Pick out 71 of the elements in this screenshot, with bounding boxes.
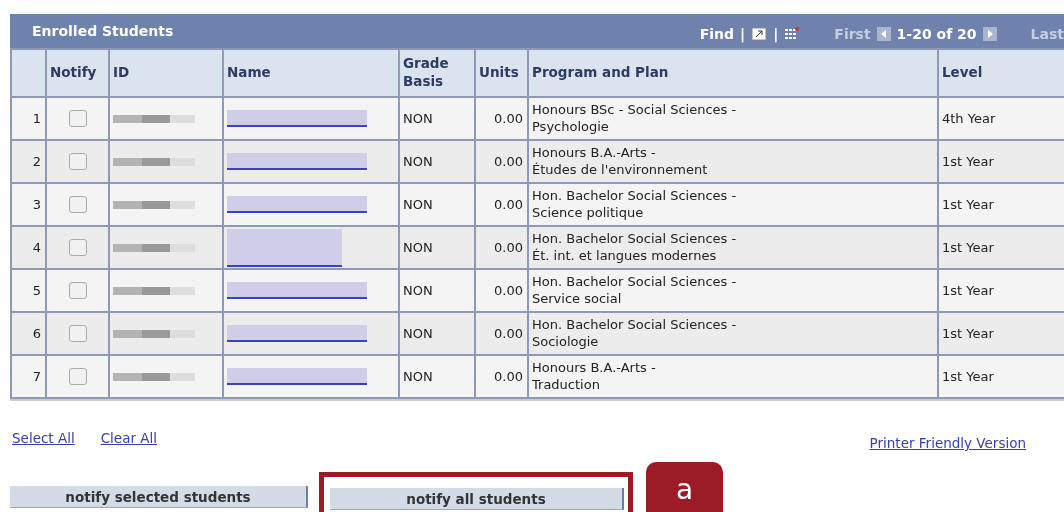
redacted-name-link[interactable] bbox=[227, 368, 367, 385]
clear-all-link[interactable]: Clear All bbox=[100, 430, 158, 446]
row-number: 7 bbox=[11, 355, 46, 398]
notify-checkbox[interactable] bbox=[68, 239, 87, 256]
notify-button[interactable]: notify all students bbox=[330, 488, 624, 510]
table-cell: NON bbox=[399, 183, 475, 226]
notify-checkbox[interactable] bbox=[68, 110, 87, 127]
table-cell: NON bbox=[399, 312, 475, 355]
column-header: Name bbox=[223, 49, 399, 97]
table-cell: 1st Year bbox=[938, 183, 1064, 226]
table-cell: NON bbox=[399, 226, 475, 269]
row-number: 2 bbox=[11, 140, 46, 183]
table-cell: Hon. Bachelor Social Sciences - Ét. int. et langues modernes bbox=[528, 226, 938, 269]
row-number: 6 bbox=[11, 312, 46, 355]
zoom-icon[interactable] bbox=[751, 27, 768, 41]
table-cell: Honours BSc - Social Sciences - Psychologie bbox=[528, 97, 938, 140]
next-icon bbox=[982, 27, 997, 41]
table-cell: NON bbox=[399, 269, 475, 312]
table-cell: 0.00 bbox=[475, 97, 528, 140]
redacted-name-link[interactable] bbox=[227, 110, 367, 127]
redacted-name-link[interactable] bbox=[227, 282, 367, 299]
redacted-name-link[interactable] bbox=[227, 228, 342, 267]
column-header: Program and Plan bbox=[528, 49, 938, 97]
row-number: 4 bbox=[11, 226, 46, 269]
column-header: Notify bbox=[46, 49, 109, 97]
redacted-name-link[interactable] bbox=[227, 196, 367, 213]
table-cell: 1st Year bbox=[938, 269, 1064, 312]
separator: | bbox=[773, 26, 779, 42]
page-range: 1-20 of 20 bbox=[896, 26, 977, 42]
table-cell: Hon. Bachelor Social Sciences - Science politique bbox=[528, 183, 938, 226]
grid-title: Enrolled Students bbox=[32, 23, 174, 39]
row-number: 5 bbox=[11, 269, 46, 312]
table-cell: 0.00 bbox=[475, 355, 528, 398]
table-cell: NON bbox=[399, 97, 475, 140]
table-cell: Hon. Bachelor Social Sciences - Sociologie bbox=[528, 312, 938, 355]
table-cell: 1st Year bbox=[938, 140, 1064, 183]
notify-checkbox[interactable] bbox=[68, 153, 87, 170]
notify-checkbox[interactable] bbox=[68, 196, 87, 213]
callout-badge: a bbox=[646, 462, 723, 512]
notify-checkbox[interactable] bbox=[68, 325, 87, 342]
notify-checkbox[interactable] bbox=[68, 282, 87, 299]
table-cell: Honours B.A.-Arts - Études de l'environnement bbox=[528, 140, 938, 183]
table-cell: NON bbox=[399, 355, 475, 398]
row-number: 3 bbox=[11, 183, 46, 226]
table-cell: 0.00 bbox=[475, 312, 528, 355]
find-link[interactable]: Find bbox=[699, 26, 735, 42]
notify-button[interactable]: notify selected students bbox=[10, 486, 308, 508]
column-header: Grade Basis bbox=[399, 49, 475, 97]
table-cell: 0.00 bbox=[475, 269, 528, 312]
table-cell: NON bbox=[399, 140, 475, 183]
separator: | bbox=[740, 26, 746, 42]
table-cell: Hon. Bachelor Social Sciences - Service social bbox=[528, 269, 938, 312]
redacted-name-link[interactable] bbox=[227, 153, 367, 170]
printer-friendly-link[interactable]: Printer Friendly Version bbox=[869, 435, 1026, 451]
column-header: ID bbox=[109, 49, 223, 97]
table-cell: 1st Year bbox=[938, 312, 1064, 355]
select-all-link[interactable]: Select All bbox=[12, 430, 75, 446]
table-cell: 0.00 bbox=[475, 226, 528, 269]
table-cell: Honours B.A.-Arts - Traduction bbox=[528, 355, 938, 398]
column-header: Level bbox=[938, 49, 1064, 97]
table-cell: 0.00 bbox=[475, 140, 528, 183]
table-cell: 4th Year bbox=[938, 97, 1064, 140]
table-cell: 0.00 bbox=[475, 183, 528, 226]
table-cell: 1st Year bbox=[938, 226, 1064, 269]
table-cell: 1st Year bbox=[938, 355, 1064, 398]
previous-icon bbox=[876, 27, 891, 41]
grid-icon[interactable] bbox=[784, 27, 801, 41]
column-header: Units bbox=[475, 49, 528, 97]
redacted-name-link[interactable] bbox=[227, 325, 367, 342]
row-number: 1 bbox=[11, 97, 46, 140]
notify-checkbox[interactable] bbox=[68, 368, 87, 385]
